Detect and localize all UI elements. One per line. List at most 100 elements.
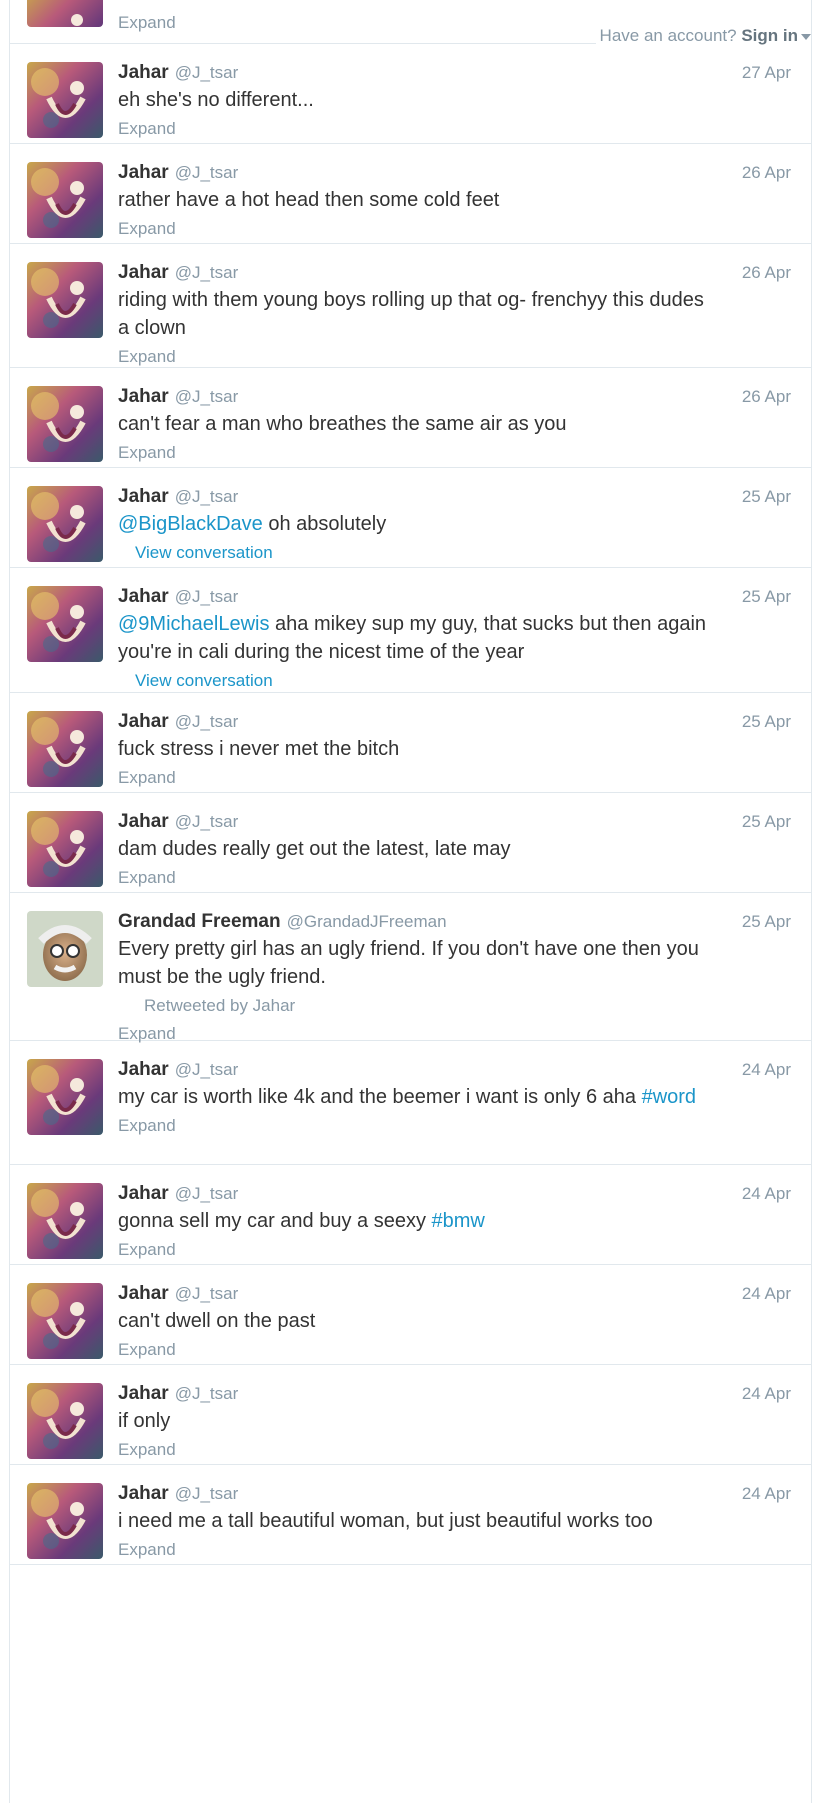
user-handle[interactable]: @GrandadJFreeman	[287, 912, 447, 931]
view-conversation-link[interactable]: View conversation	[135, 668, 273, 694]
user-handle[interactable]: @J_tsar	[175, 1184, 239, 1203]
sign-in-link[interactable]: Sign in	[741, 26, 798, 45]
hashtag-link[interactable]: #bmw	[432, 1210, 485, 1232]
tweet-timestamp[interactable]: 24 Apr	[742, 1181, 791, 1207]
tweet-item[interactable]: Jahar @J_tsar 24 Apr my car is worth like…	[10, 1041, 811, 1165]
tweet-timestamp[interactable]: 24 Apr	[742, 1057, 791, 1083]
user-handle[interactable]: @J_tsar	[175, 487, 239, 506]
user-name[interactable]: Jahar	[118, 811, 169, 832]
tweet-item[interactable]: Jahar @J_tsar 26 Apr can't fear a man who…	[10, 368, 811, 468]
expand-link[interactable]: Expand	[118, 1537, 176, 1563]
avatar[interactable]	[27, 1383, 103, 1459]
user-name[interactable]: Jahar	[118, 486, 169, 507]
expand-link[interactable]: Expand	[118, 1437, 176, 1463]
expand-link[interactable]: Expand	[118, 1237, 176, 1263]
user-handle[interactable]: @J_tsar	[175, 1484, 239, 1503]
avatar[interactable]	[27, 0, 103, 27]
avatar[interactable]	[27, 1183, 103, 1259]
tweet-timestamp[interactable]: 25 Apr	[742, 709, 791, 735]
tweet-content: Jahar @J_tsar 24 Apr i need me a tall bea…	[118, 1481, 791, 1563]
expand-link[interactable]: Expand	[118, 344, 176, 370]
user-name[interactable]: Jahar	[118, 1283, 169, 1304]
user-name[interactable]: Grandad Freeman	[118, 911, 281, 932]
tweet-timestamp[interactable]: 25 Apr	[742, 809, 791, 835]
user-handle[interactable]: @J_tsar	[175, 163, 239, 182]
tweet-timestamp[interactable]: 24 Apr	[742, 1381, 791, 1407]
user-name[interactable]: Jahar	[118, 586, 169, 607]
tweet-timestamp[interactable]: 26 Apr	[742, 384, 791, 410]
tweet-item[interactable]: Jahar @J_tsar 24 Apr gonna sell my car an…	[10, 1165, 811, 1265]
expand-link[interactable]: Expand	[118, 216, 176, 242]
tweet-timestamp[interactable]: 26 Apr	[742, 260, 791, 286]
user-name[interactable]: Jahar	[118, 711, 169, 732]
user-handle[interactable]: @J_tsar	[175, 712, 239, 731]
expand-link[interactable]: Expand	[118, 865, 176, 891]
tweet-content: Jahar @J_tsar 25 Apr @9MichaelLewis aha m…	[118, 584, 791, 694]
tweet-timestamp[interactable]: 25 Apr	[742, 909, 791, 935]
expand-link[interactable]: Expand	[118, 10, 176, 36]
mention-link[interactable]: @BigBlackDave	[118, 513, 263, 535]
avatar[interactable]	[27, 386, 103, 462]
avatar[interactable]	[27, 711, 103, 787]
chevron-down-icon[interactable]	[801, 33, 811, 40]
avatar[interactable]	[27, 62, 103, 138]
user-name[interactable]: Jahar	[118, 162, 169, 183]
user-name[interactable]: Jahar	[118, 1059, 169, 1080]
avatar[interactable]	[27, 586, 103, 662]
tweet-body: rather have a hot head then some cold fe…	[118, 189, 500, 211]
view-conversation-link[interactable]: View conversation	[135, 540, 273, 566]
tweet-timestamp[interactable]: 27 Apr	[742, 60, 791, 86]
tweet-item[interactable]: Jahar @J_tsar 25 Apr dam dudes really get…	[10, 793, 811, 893]
user-handle[interactable]: @J_tsar	[175, 63, 239, 82]
avatar[interactable]	[27, 1283, 103, 1359]
avatar[interactable]	[27, 1483, 103, 1559]
tweet-item[interactable]: Jahar @J_tsar 26 Apr riding with them you…	[10, 244, 811, 368]
user-handle[interactable]: @J_tsar	[175, 1060, 239, 1079]
tweet-item[interactable]: Jahar @J_tsar 27 Apr eh she's no differen…	[10, 44, 811, 144]
mention-link[interactable]: @9MichaelLewis	[118, 613, 269, 635]
user-name[interactable]: Jahar	[118, 386, 169, 407]
expand-link[interactable]: Expand	[118, 765, 176, 791]
tweet-item[interactable]: Jahar @J_tsar 24 Apr i need me a tall bea…	[10, 1465, 811, 1565]
user-name[interactable]: Jahar	[118, 1183, 169, 1204]
tweet-item[interactable]: Jahar @J_tsar 25 Apr @9MichaelLewis aha m…	[10, 568, 811, 693]
user-name[interactable]: Jahar	[118, 1483, 169, 1504]
tweet-timestamp[interactable]: 25 Apr	[742, 484, 791, 510]
user-handle[interactable]: @J_tsar	[175, 1284, 239, 1303]
expand-link[interactable]: Expand	[118, 1113, 176, 1139]
user-handle[interactable]: @J_tsar	[175, 263, 239, 282]
expand-link[interactable]: Expand	[118, 1337, 176, 1363]
user-name[interactable]: Jahar	[118, 262, 169, 283]
tweet-timestamp[interactable]: 26 Apr	[742, 160, 791, 186]
expand-link[interactable]: Expand	[118, 440, 176, 466]
user-handle[interactable]: @J_tsar	[175, 1384, 239, 1403]
tweet-item[interactable]: Grandad Freeman @GrandadJFreeman 25 Apr E…	[10, 893, 811, 1043]
tweet-body: eh she's no different...	[118, 89, 314, 111]
retweeted-by[interactable]: Retweeted by Jahar	[144, 993, 791, 1019]
tweet-text: can't dwell on the past	[118, 1307, 711, 1335]
tweet-item[interactable]: Jahar @J_tsar 24 Apr if only Expand	[10, 1365, 811, 1465]
avatar[interactable]	[27, 486, 103, 562]
avatar[interactable]	[27, 262, 103, 338]
tweet-item[interactable]: Jahar @J_tsar 25 Apr fuck stress i never …	[10, 693, 811, 793]
user-name[interactable]: Jahar	[118, 62, 169, 83]
tweet-body: dam dudes really get out the latest, lat…	[118, 838, 511, 860]
tweet-timestamp[interactable]: 24 Apr	[742, 1481, 791, 1507]
avatar[interactable]	[27, 162, 103, 238]
user-handle[interactable]: @J_tsar	[175, 587, 239, 606]
tweet-body: fuck stress i never met the bitch	[118, 738, 400, 760]
avatar[interactable]	[27, 911, 103, 987]
avatar[interactable]	[27, 811, 103, 887]
user-handle[interactable]: @J_tsar	[175, 387, 239, 406]
tweet-header: Jahar @J_tsar 25 Apr	[118, 584, 791, 610]
tweet-item[interactable]: Jahar @J_tsar 24 Apr can't dwell on the p…	[10, 1265, 811, 1365]
expand-link[interactable]: Expand	[118, 116, 176, 142]
tweet-timestamp[interactable]: 24 Apr	[742, 1281, 791, 1307]
tweet-item[interactable]: Jahar @J_tsar 25 Apr @BigBlackDave oh abs…	[10, 468, 811, 568]
tweet-timestamp[interactable]: 25 Apr	[742, 584, 791, 610]
tweet-item[interactable]: Jahar @J_tsar 26 Apr rather have a hot he…	[10, 144, 811, 244]
user-handle[interactable]: @J_tsar	[175, 812, 239, 831]
avatar[interactable]	[27, 1059, 103, 1135]
user-name[interactable]: Jahar	[118, 1383, 169, 1404]
hashtag-link[interactable]: #word	[642, 1086, 696, 1108]
